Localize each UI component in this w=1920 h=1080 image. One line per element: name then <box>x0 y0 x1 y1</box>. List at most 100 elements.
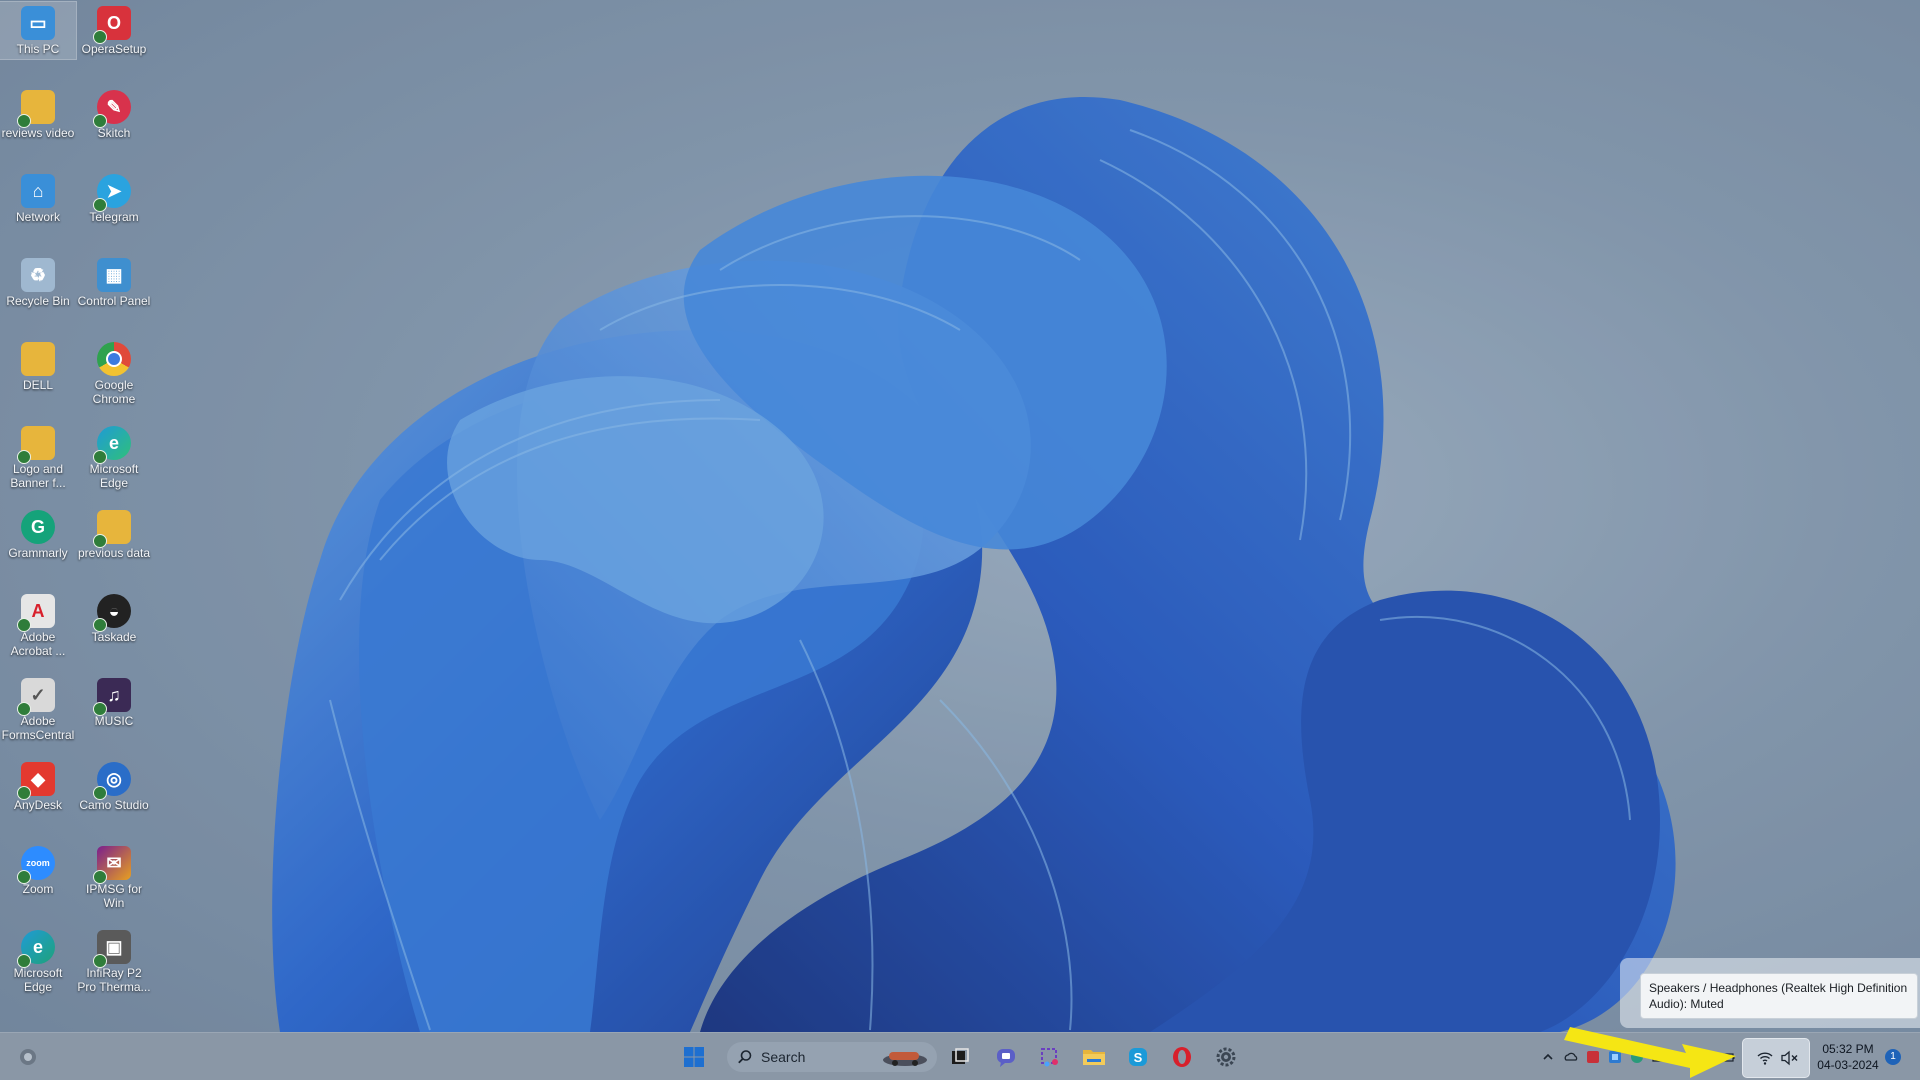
task-view-icon <box>952 1048 969 1064</box>
volume-tooltip-text: Speakers / Headphones (Realtek High Defi… <box>1649 981 1908 1011</box>
desktop-icon-taskade[interactable]: ◒ Taskade <box>76 590 152 647</box>
desktop-icon-label: Taskade <box>91 630 137 644</box>
edge-icon: e <box>17 930 55 968</box>
blue-app-tray-icon[interactable] <box>1608 1050 1622 1064</box>
opera-button[interactable] <box>1166 1041 1198 1073</box>
show-hidden-icons-chevron-icon[interactable] <box>1541 1050 1555 1064</box>
music-icon: ♫ <box>93 678 131 716</box>
desktop-icon-reviews-video[interactable]: reviews video <box>0 86 76 143</box>
desktop-icon-label: Adobe Acrobat ... <box>10 630 66 658</box>
windows-logo-icon <box>684 1047 704 1067</box>
desktop-icon-label: DELL <box>22 378 54 392</box>
onedrive-icon[interactable] <box>1564 1050 1578 1064</box>
desktop-icon-label: Grammarly <box>8 546 68 560</box>
task-view-button[interactable] <box>944 1041 976 1073</box>
desktop-icon-previous-data[interactable]: previous data <box>76 506 152 563</box>
desktop-icon-music[interactable]: ♫ MUSIC <box>76 674 152 731</box>
desktop-icon-microsoft-edge-2[interactable]: e Microsoft Edge <box>0 926 76 997</box>
desktop-icon-label: InfiRay P2 Pro Therma... <box>77 966 151 994</box>
anydesk-icon: ◆ <box>17 762 55 800</box>
teams-chat-icon <box>997 1049 1015 1067</box>
desktop-icon-camo-studio[interactable]: ◎ Camo Studio <box>76 758 152 815</box>
taskbar-search-box[interactable]: Search <box>727 1042 937 1072</box>
desktop-icon-anydesk[interactable]: ◆ AnyDesk <box>0 758 76 815</box>
search-highlight-image <box>883 1052 927 1066</box>
clock-date: 04-03-2024 <box>1817 1058 1879 1072</box>
desktop-icon-control-panel[interactable]: ▦ Control Panel <box>76 254 152 311</box>
snipping-tool-button[interactable] <box>1034 1041 1066 1073</box>
desktop-icon-adobe-acrobat[interactable]: A Adobe Acrobat ... <box>0 590 76 661</box>
control-panel-icon: ▦ <box>97 258 131 292</box>
desktop-icon-label: previous data <box>77 546 151 560</box>
recycle-bin-icon: ♻ <box>21 258 55 292</box>
taskade-icon: ◒ <box>93 594 131 632</box>
desktop-icon-microsoft-edge[interactable]: e Microsoft Edge <box>76 422 152 493</box>
network-volume-button[interactable] <box>1742 1038 1810 1078</box>
desktop-icon-zoom[interactable]: zoom Zoom <box>0 842 76 899</box>
snipping-tool-icon <box>1041 1048 1058 1067</box>
desktop-icon-label: IPMSG for Win <box>85 882 142 910</box>
desktop-icon-recycle-bin[interactable]: ♻ Recycle Bin <box>0 254 76 311</box>
desktop-icon-operasetup[interactable]: O OperaSetup <box>76 2 152 59</box>
infiray-icon: ▣ <box>93 930 131 968</box>
red-app-tray-icon[interactable] <box>1586 1050 1600 1064</box>
opera-setup-icon: O <box>93 6 131 44</box>
teams-button[interactable] <box>990 1041 1022 1073</box>
monitor-icon: ▭ <box>21 6 55 40</box>
desktop-icon-label: Skitch <box>97 126 131 140</box>
battery-tray-icon[interactable] <box>1721 1050 1735 1064</box>
desktop-icon-label: Camo Studio <box>79 798 149 812</box>
grammarly-icon: G <box>21 510 55 544</box>
skype-icon: S <box>1129 1048 1147 1066</box>
desktop-icon-telegram[interactable]: ➤ Telegram <box>76 170 152 227</box>
display-tray-icon[interactable] <box>1652 1050 1666 1064</box>
desktop-icon-skitch[interactable]: ✎ Skitch <box>76 86 152 143</box>
opera-icon <box>1173 1047 1191 1067</box>
edge-tray-icon[interactable] <box>1630 1050 1644 1064</box>
desktop-icon-this-pc[interactable]: ▭ This PC <box>0 1 77 60</box>
skype-button[interactable]: S <box>1122 1041 1154 1073</box>
edge-icon: e <box>93 426 131 464</box>
svg-text:S: S <box>1134 1050 1143 1065</box>
gear-icon <box>1216 1047 1236 1067</box>
desktop-icon-label: Microsoft Edge <box>89 462 139 490</box>
desktop-icon-label: AnyDesk <box>13 798 63 812</box>
desktop[interactable]: ▭ This PC O OperaSetup reviews video ✎ S… <box>0 0 1920 1080</box>
settings-button[interactable] <box>1210 1041 1242 1073</box>
clock[interactable]: 05:32 PM 04-03-2024 <box>1808 1041 1888 1073</box>
desktop-icon-label: Zoom <box>22 882 54 896</box>
desktop-icon-label: Control Panel <box>77 294 151 308</box>
desktop-icon-dell[interactable]: DELL <box>0 338 76 395</box>
weather-widget-icon <box>20 1049 36 1065</box>
desktop-icon-label: Telegram <box>89 210 139 224</box>
file-explorer-button[interactable] <box>1078 1041 1110 1073</box>
forms-central-icon: ✓ <box>17 678 55 716</box>
notification-badge[interactable]: 1 <box>1885 1049 1901 1065</box>
folder-icon <box>17 90 55 128</box>
network-icon: ⌂ <box>21 174 55 208</box>
desktop-icon-label: OperaSetup <box>81 42 147 56</box>
desktop-icon-adobe-formscentral[interactable]: ✓ Adobe FormsCentral <box>0 674 76 745</box>
skitch-icon: ✎ <box>93 90 131 128</box>
desktop-icon-ipmsg[interactable]: ✉ IPMSG for Win <box>76 842 152 913</box>
desktop-icon-label: MUSIC <box>94 714 134 728</box>
folder-icon <box>17 426 55 464</box>
widgets-button[interactable] <box>12 1041 44 1073</box>
desktop-icon-grammarly[interactable]: G Grammarly <box>0 506 76 563</box>
search-icon <box>738 1050 752 1064</box>
start-button[interactable] <box>678 1041 710 1073</box>
bloom-wallpaper <box>0 0 1920 1080</box>
desktop-icon-google-chrome[interactable]: Google Chrome <box>76 338 152 409</box>
folder-icon <box>93 510 131 548</box>
desktop-icon-network[interactable]: ⌂ Network <box>0 170 76 227</box>
telegram-icon: ➤ <box>93 174 131 212</box>
desktop-icon-label: Microsoft Edge <box>13 966 63 994</box>
camo-studio-icon: ◎ <box>93 762 131 800</box>
clock-time: 05:32 PM <box>1822 1042 1874 1056</box>
ipmsg-icon: ✉ <box>93 846 131 884</box>
desktop-icon-label: Google Chrome <box>92 378 136 406</box>
zoom-icon: zoom <box>17 846 55 884</box>
desktop-icon-infiray[interactable]: ▣ InfiRay P2 Pro Therma... <box>76 926 152 997</box>
desktop-icon-label: Adobe FormsCentral <box>1 714 75 742</box>
desktop-icon-logo-and-banner[interactable]: Logo and Banner f... <box>0 422 76 493</box>
